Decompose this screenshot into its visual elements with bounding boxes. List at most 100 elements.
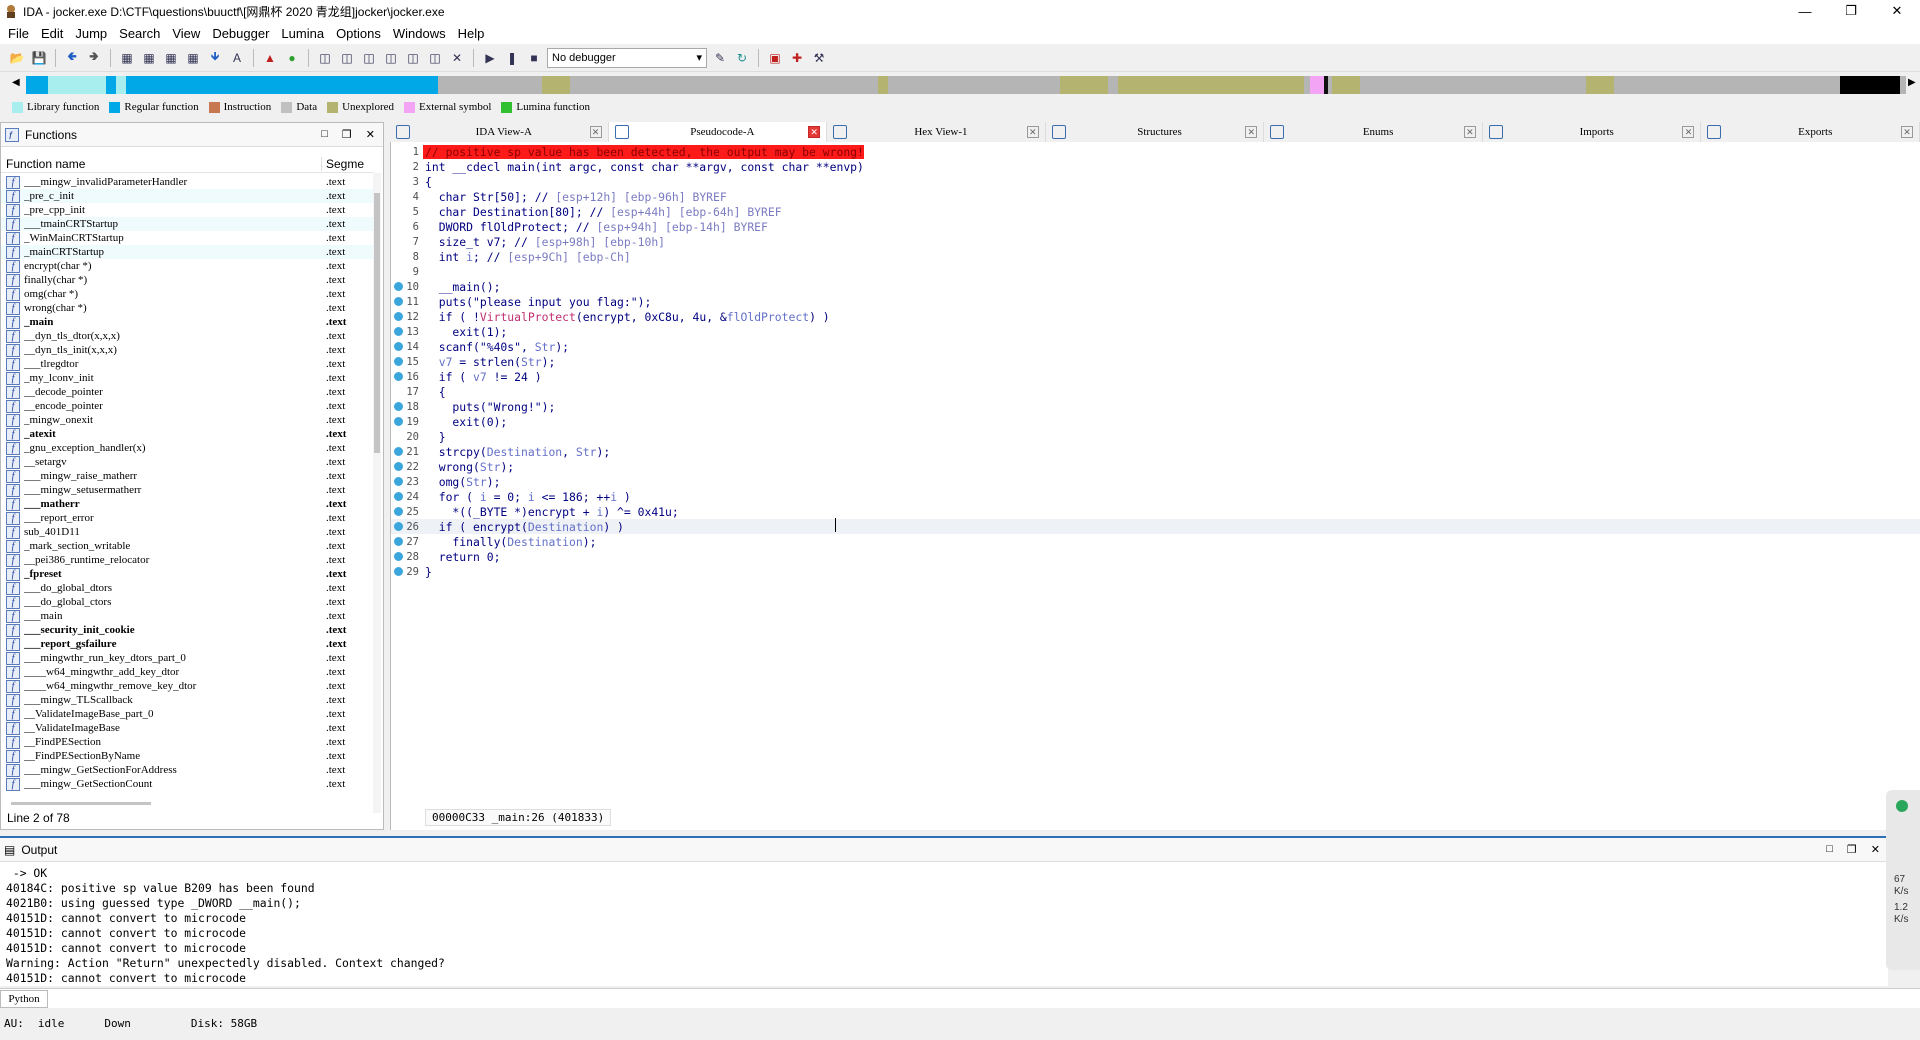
code-text[interactable]: puts("Wrong!"); <box>423 400 555 414</box>
play-icon[interactable]: ▶ <box>481 49 499 67</box>
function-row[interactable]: f ___report_gsfailure .text <box>1 637 373 651</box>
code-text[interactable]: if ( !VirtualProtect(encrypt, 0xC8u, 4u,… <box>423 310 830 324</box>
navigation-bar[interactable] <box>26 76 1906 94</box>
function-row[interactable]: f __FindPESection .text <box>1 735 373 749</box>
code-text[interactable]: finally(Destination); <box>423 535 596 549</box>
code-line[interactable]: 15 v7 = strlen(Str); <box>391 354 1920 369</box>
menu-windows[interactable]: Windows <box>389 26 454 41</box>
function-row[interactable]: f finally(char *) .text <box>1 273 373 287</box>
function-row[interactable]: f _my_lconv_init .text <box>1 371 373 385</box>
code-text[interactable]: { <box>423 175 432 189</box>
breakpoint-dot-icon[interactable] <box>394 372 403 381</box>
functions-scrollbar[interactable] <box>373 173 381 813</box>
code-text[interactable]: int __cdecl main(int argc, const char **… <box>423 160 864 174</box>
stop-icon[interactable]: ■ <box>525 49 543 67</box>
tab-close-icon[interactable]: ✕ <box>1682 126 1695 138</box>
function-row[interactable]: f ___tlregdtor .text <box>1 357 373 371</box>
function-row[interactable]: f ___main .text <box>1 609 373 623</box>
code-line[interactable]: 9 <box>391 264 1920 279</box>
breakpoint-dot-icon[interactable] <box>394 447 403 456</box>
network-speed-widget[interactable]: 67 K/s 1.2 K/s <box>1886 790 1920 970</box>
function-row[interactable]: f _main .text <box>1 315 373 329</box>
code-line[interactable]: 20 } <box>391 429 1920 444</box>
panel-close-icon[interactable]: ✕ <box>366 128 375 141</box>
array-icon[interactable]: ◫ <box>382 49 400 67</box>
tab-pseudocode-a[interactable]: Pseudocode-A ✕ <box>608 122 828 142</box>
column-segment[interactable]: Segme <box>321 156 369 171</box>
menu-search[interactable]: Search <box>115 26 168 41</box>
breakpoint-dot-icon[interactable] <box>394 402 403 411</box>
panel-close-icon[interactable]: ✕ <box>1871 843 1880 856</box>
breakpoint-dot-icon[interactable] <box>394 417 403 426</box>
breakpoint-icon[interactable]: ✎ <box>711 49 729 67</box>
function-row[interactable]: f ___mingw_GetSectionForAddress .text <box>1 763 373 777</box>
function-row[interactable]: f ___mingw_raise_matherr .text <box>1 469 373 483</box>
function-row[interactable]: f ___security_init_cookie .text <box>1 623 373 637</box>
tab-ida-view-a[interactable]: IDA View-A ✕ <box>390 122 609 142</box>
code-line[interactable]: 5 char Destination[80]; // [esp+44h] [eb… <box>391 204 1920 219</box>
tab-close-icon[interactable]: ✕ <box>1026 126 1039 138</box>
code-text[interactable]: char Str[50]; // [esp+12h] [ebp-96h] BYR… <box>423 190 727 204</box>
plugin-icon[interactable]: ▣ <box>766 49 784 67</box>
code-text[interactable]: wrong(Str); <box>423 460 514 474</box>
function-row[interactable]: f _pre_c_init .text <box>1 189 373 203</box>
tab-close-icon[interactable]: ✕ <box>1245 126 1258 138</box>
code-text[interactable]: if ( v7 != 24 ) <box>423 370 542 384</box>
undefine-icon[interactable]: ◫ <box>404 49 422 67</box>
code-text[interactable]: size_t v7; // [esp+98h] [ebp-10h] <box>423 235 665 249</box>
function-row[interactable]: f __ValidateImageBase .text <box>1 721 373 735</box>
code-text[interactable]: exit(1); <box>423 325 507 339</box>
menu-options[interactable]: Options <box>332 26 389 41</box>
code-text[interactable]: __main(); <box>423 280 501 294</box>
command-input[interactable] <box>48 990 1920 1008</box>
code-line[interactable]: 13 exit(1); <box>391 324 1920 339</box>
function-row[interactable]: f ___report_error .text <box>1 511 373 525</box>
code-text[interactable]: if ( encrypt(Destination) ) <box>423 520 624 534</box>
function-row[interactable]: f ___mingw_setusermatherr .text <box>1 483 373 497</box>
code-line[interactable]: 6 DWORD flOldProtect; // [esp+94h] [ebp-… <box>391 219 1920 234</box>
breakpoint-dot-icon[interactable] <box>394 552 403 561</box>
menu-edit[interactable]: Edit <box>37 26 71 41</box>
function-row[interactable]: f wrong(char *) .text <box>1 301 373 315</box>
breakpoint-dot-icon[interactable] <box>394 312 403 321</box>
code-text[interactable]: return 0; <box>423 550 501 564</box>
menu-file[interactable]: File <box>4 26 37 41</box>
green-circle-icon[interactable]: ● <box>283 49 301 67</box>
jump-down-icon[interactable]: 🡻 <box>206 49 224 67</box>
code-text[interactable]: exit(0); <box>423 415 507 429</box>
search-immediate-icon[interactable]: ▦ <box>162 49 180 67</box>
forward-arrow-icon[interactable]: 🢂 <box>85 49 103 67</box>
code-text[interactable]: DWORD flOldProtect; // [esp+94h] [ebp-14… <box>423 220 768 234</box>
function-row[interactable]: f ___do_global_ctors .text <box>1 595 373 609</box>
code-text[interactable]: } <box>423 565 432 579</box>
code-line[interactable]: 18 puts("Wrong!"); <box>391 399 1920 414</box>
function-row[interactable]: f ___matherr .text <box>1 497 373 511</box>
create-function-icon[interactable]: ◫ <box>316 49 334 67</box>
breakpoint-dot-icon[interactable] <box>394 567 403 576</box>
breakpoint-dot-icon[interactable] <box>394 327 403 336</box>
code-line[interactable]: 10 __main(); <box>391 279 1920 294</box>
tools-icon[interactable]: ⚒ <box>810 49 828 67</box>
code-line[interactable]: 8 int i; // [esp+9Ch] [ebp-Ch] <box>391 249 1920 264</box>
function-row[interactable]: f encrypt(char *) .text <box>1 259 373 273</box>
data-icon[interactable]: ◫ <box>360 49 378 67</box>
function-row[interactable]: f _fpreset .text <box>1 567 373 581</box>
tab-close-icon[interactable]: ✕ <box>1463 126 1476 138</box>
code-text[interactable]: omg(Str); <box>423 475 501 489</box>
code-text[interactable]: v7 = strlen(Str); <box>423 355 556 369</box>
column-function-name[interactable]: Function name <box>1 157 321 171</box>
breakpoint-dot-icon[interactable] <box>394 297 403 306</box>
back-arrow-icon[interactable]: 🢀 <box>63 49 81 67</box>
maximize-button[interactable]: ❐ <box>1828 0 1874 22</box>
close-button[interactable]: ✕ <box>1874 0 1920 22</box>
function-row[interactable]: f ___mingw_GetSectionCount .text <box>1 777 373 791</box>
delete-icon[interactable]: ✕ <box>448 49 466 67</box>
function-row[interactable]: f _mainCRTStartup .text <box>1 245 373 259</box>
minimize-button[interactable]: — <box>1782 0 1828 22</box>
breakpoint-dot-icon[interactable] <box>394 477 403 486</box>
function-row[interactable]: f sub_401D11 .text <box>1 525 373 539</box>
function-row[interactable]: f _WinMainCRTStartup .text <box>1 231 373 245</box>
search-next-icon[interactable]: ▦ <box>184 49 202 67</box>
function-row[interactable]: f ___mingw_invalidParameterHandler .text <box>1 175 373 189</box>
output-lines[interactable]: -> OK 40184C: positive sp value B209 has … <box>0 862 1888 990</box>
